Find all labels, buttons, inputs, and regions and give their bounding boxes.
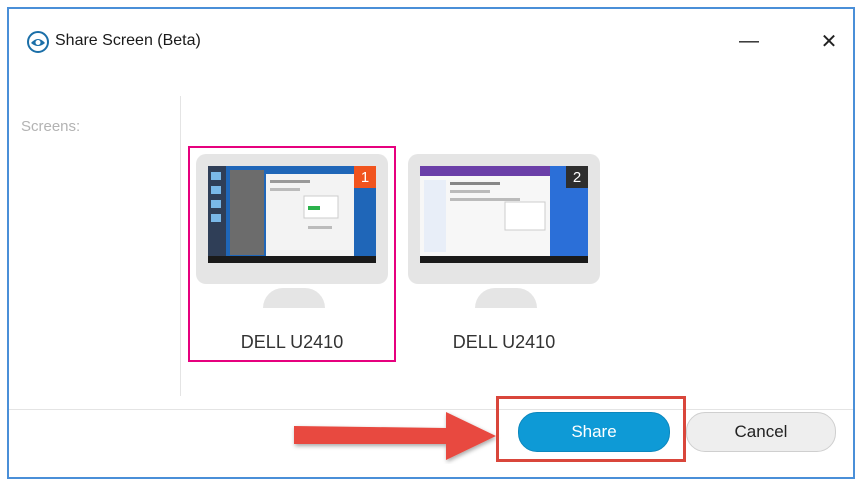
close-button[interactable]: ✕ <box>809 23 849 59</box>
monitor-frame: 2 <box>408 154 600 284</box>
monitor-stand <box>263 288 325 308</box>
screen-option-2[interactable]: 2 DELL U2410 <box>400 146 608 362</box>
window-title: Share Screen (Beta) <box>55 32 201 49</box>
share-button[interactable]: Share <box>518 412 670 452</box>
screens-label: Screens: <box>21 118 81 135</box>
screen-label-1: DELL U2410 <box>240 332 344 352</box>
app-eye-icon <box>27 31 49 53</box>
monitor-stand <box>475 288 537 308</box>
title-bar: Share Screen (Beta) — ✕ <box>9 9 853 71</box>
cancel-button[interactable]: Cancel <box>686 412 836 452</box>
screen-thumbnail-2 <box>420 166 588 263</box>
annotation-arrow-icon <box>294 412 496 460</box>
screen-thumbnail-1 <box>208 166 376 263</box>
screen-option-1[interactable]: 1 DELL U2410 <box>188 146 396 362</box>
monitor-frame: 1 <box>196 154 388 284</box>
screen-badge-2: 2 <box>566 166 588 188</box>
sidebar: Screens: <box>9 96 181 396</box>
screen-label-2: DELL U2410 <box>452 332 556 352</box>
screen-badge-1: 1 <box>354 166 376 188</box>
minimize-button[interactable]: — <box>729 23 769 59</box>
